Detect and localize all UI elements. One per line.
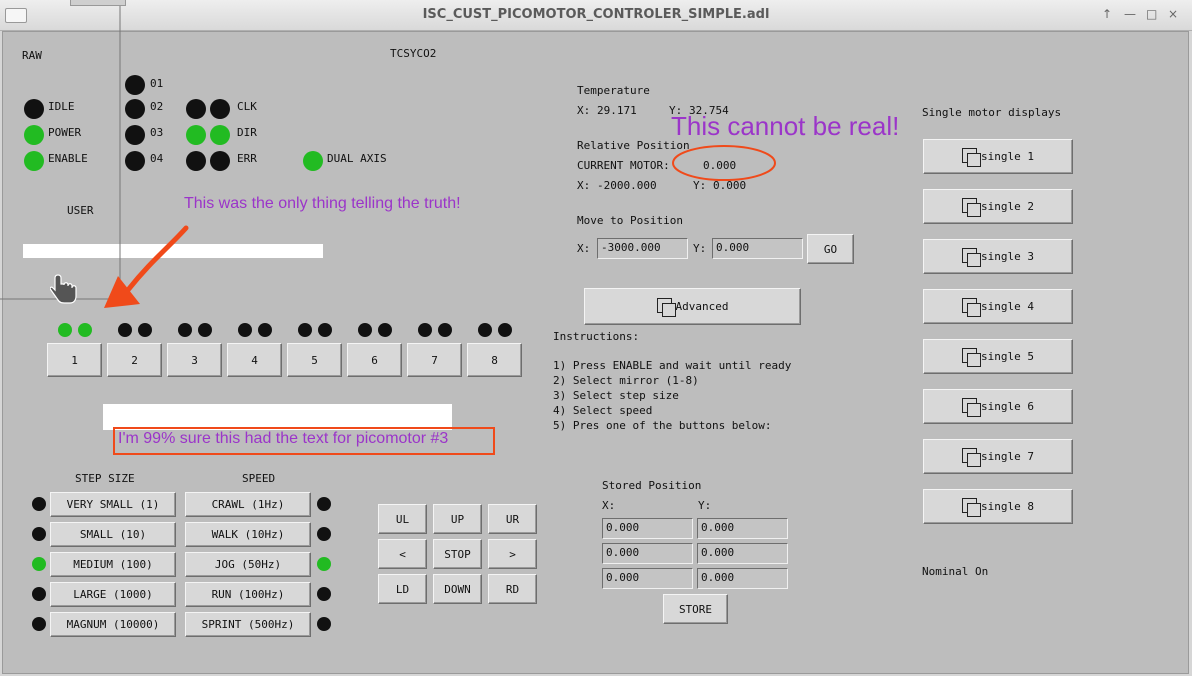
- annotation-overlay-shapes: [0, 6, 776, 308]
- annotation-arrow: [125, 225, 189, 293]
- hand-cursor-icon: [50, 274, 77, 304]
- annotation-ellipse: [672, 145, 776, 181]
